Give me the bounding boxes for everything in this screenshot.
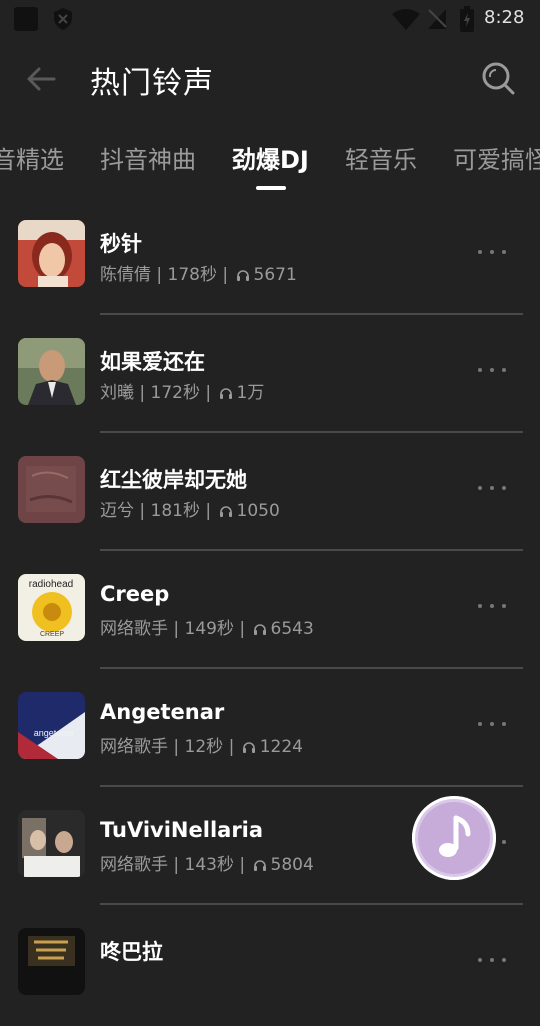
song-plays: 1224 bbox=[259, 737, 303, 757]
more-options-icon[interactable] bbox=[472, 476, 512, 500]
category-tabs: 音精选 抖音神曲 劲爆DJ 轻音乐 可爱搞怪 bbox=[0, 126, 540, 196]
divider bbox=[100, 667, 523, 669]
more-options-icon[interactable] bbox=[472, 948, 512, 972]
headphones-icon bbox=[219, 388, 232, 399]
song-artist: 网络歌手 bbox=[100, 619, 168, 639]
song-plays: 1050 bbox=[236, 501, 280, 521]
divider bbox=[100, 431, 523, 433]
divider bbox=[100, 313, 523, 315]
active-tab-indicator bbox=[256, 186, 286, 190]
song-duration: 172秒 bbox=[150, 383, 200, 403]
song-plays: 6543 bbox=[270, 619, 314, 639]
tab-light-music[interactable]: 轻音乐 bbox=[345, 140, 417, 175]
back-arrow-icon[interactable] bbox=[24, 62, 58, 96]
song-title: TuViviNellaria bbox=[100, 818, 264, 842]
search-icon[interactable] bbox=[480, 60, 516, 96]
list-item[interactable]: radiohead CREEP Creep 网络歌手 | 149秒 | 6543 bbox=[0, 554, 540, 672]
list-item[interactable]: angetenar Angetenar 网络歌手 | 12秒 | 1224 bbox=[0, 672, 540, 790]
album-cover bbox=[18, 456, 85, 523]
album-cover: angetenar bbox=[18, 692, 85, 759]
song-title: 红尘彼岸却无她 bbox=[100, 468, 247, 492]
tab-cute-funny[interactable]: 可爱搞怪 bbox=[453, 140, 540, 175]
song-duration: 149秒 bbox=[184, 619, 234, 639]
more-options-icon[interactable] bbox=[472, 358, 512, 382]
song-duration: 181秒 bbox=[150, 501, 200, 521]
headphones-icon bbox=[242, 742, 255, 753]
song-title: 咚巴拉 bbox=[100, 940, 163, 964]
no-signal-icon bbox=[428, 9, 447, 29]
song-artist: 迈兮 bbox=[100, 501, 134, 521]
album-cover: radiohead CREEP bbox=[18, 574, 85, 641]
song-artist: 网络歌手 bbox=[100, 855, 168, 875]
song-duration: 12秒 bbox=[184, 737, 224, 757]
more-options-icon[interactable] bbox=[472, 240, 512, 264]
battery-icon bbox=[460, 6, 474, 32]
song-meta: 迈兮 | 181秒 | 1050 bbox=[100, 501, 280, 521]
song-duration: 143秒 bbox=[184, 855, 234, 875]
list-item[interactable]: 咚巴拉 bbox=[0, 908, 540, 1026]
tab-douyin-hits[interactable]: 抖音神曲 bbox=[100, 140, 196, 175]
song-title: Creep bbox=[100, 582, 170, 606]
song-meta: 网络歌手 | 149秒 | 6543 bbox=[100, 619, 314, 639]
page-title: 热门铃声 bbox=[90, 66, 214, 101]
song-artist: 网络歌手 bbox=[100, 737, 168, 757]
list-item[interactable]: 如果爱还在 刘曦 | 172秒 | 1万 bbox=[0, 318, 540, 436]
list-item[interactable]: 红尘彼岸却无她 迈兮 | 181秒 | 1050 bbox=[0, 436, 540, 554]
wifi-icon bbox=[392, 9, 420, 30]
cover-band-text: radiohead bbox=[29, 579, 73, 590]
song-artist: 刘曦 bbox=[100, 383, 134, 403]
status-bar: 8:28 bbox=[0, 0, 540, 38]
app-bar: 热门铃声 bbox=[0, 40, 540, 118]
list-item[interactable]: 秒针 陈倩倩 | 178秒 | 5671 bbox=[0, 200, 540, 318]
cover-sub-text: CREEP bbox=[40, 631, 64, 638]
song-plays: 1万 bbox=[236, 383, 265, 403]
album-cover bbox=[18, 220, 85, 287]
headphones-icon bbox=[236, 270, 249, 281]
album-cover bbox=[18, 338, 85, 405]
headphones-icon bbox=[253, 624, 266, 635]
album-cover bbox=[18, 928, 85, 995]
song-meta: 网络歌手 | 12秒 | 1224 bbox=[100, 737, 303, 757]
song-meta: 刘曦 | 172秒 | 1万 bbox=[100, 383, 265, 403]
music-player-button-inner bbox=[418, 802, 490, 874]
song-duration: 178秒 bbox=[167, 265, 217, 285]
song-plays: 5671 bbox=[253, 265, 297, 285]
song-artist: 陈倩倩 bbox=[100, 265, 151, 285]
song-title: 秒针 bbox=[100, 232, 142, 256]
more-options-icon[interactable] bbox=[472, 712, 512, 736]
song-meta: 陈倩倩 | 178秒 | 5671 bbox=[100, 265, 297, 285]
divider bbox=[100, 785, 523, 787]
music-player-button[interactable] bbox=[412, 796, 496, 880]
app-notification-icon bbox=[14, 7, 38, 31]
cover-text: angetenar bbox=[34, 728, 75, 738]
album-cover bbox=[18, 810, 85, 877]
song-title: 如果爱还在 bbox=[100, 350, 205, 374]
shield-icon bbox=[54, 8, 72, 30]
tab-dj[interactable]: 劲爆DJ bbox=[232, 140, 309, 175]
status-time: 8:28 bbox=[484, 7, 525, 28]
headphones-icon bbox=[253, 860, 266, 871]
headphones-icon bbox=[219, 506, 232, 517]
more-options-icon[interactable] bbox=[472, 594, 512, 618]
song-meta: 网络歌手 | 143秒 | 5804 bbox=[100, 855, 314, 875]
tab-featured[interactable]: 音精选 bbox=[0, 140, 64, 175]
divider bbox=[100, 903, 523, 905]
song-plays: 5804 bbox=[270, 855, 314, 875]
music-note-icon bbox=[439, 815, 471, 857]
song-title: Angetenar bbox=[100, 700, 225, 724]
divider bbox=[100, 549, 523, 551]
